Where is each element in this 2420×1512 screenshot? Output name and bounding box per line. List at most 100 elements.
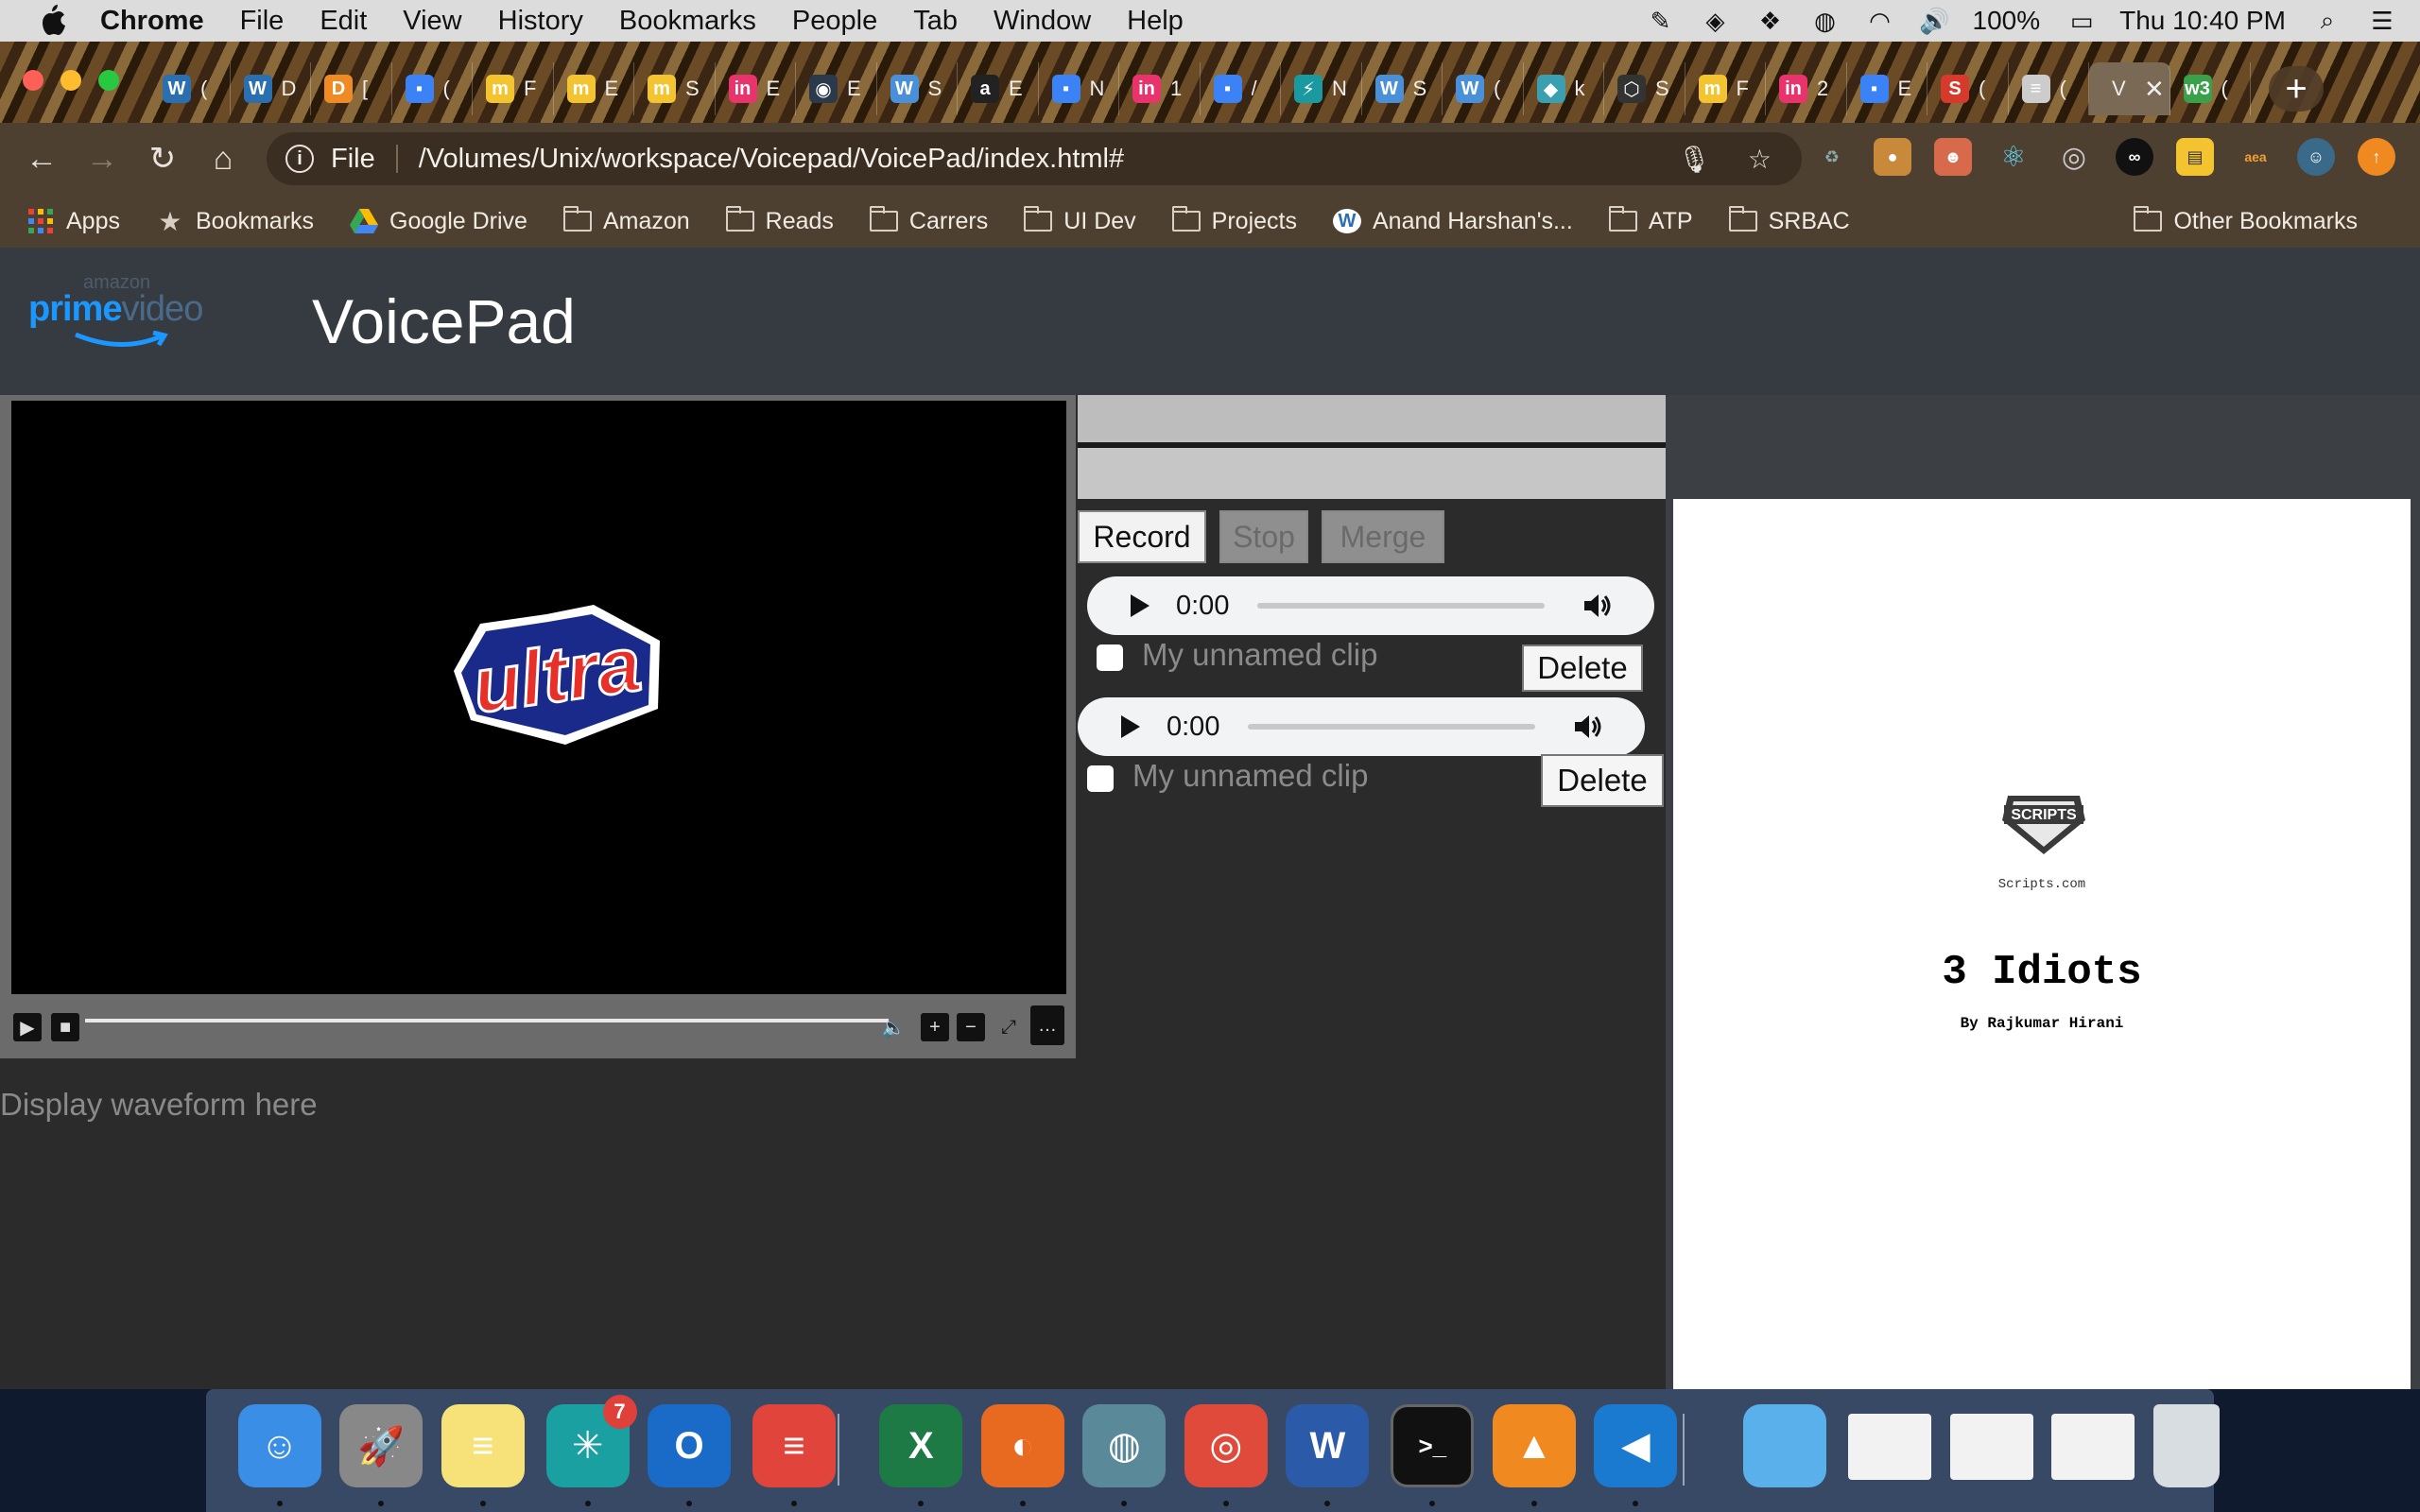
back-icon[interactable]: ← — [23, 140, 60, 178]
clip-name[interactable]: My unnamed clip — [1132, 758, 1368, 794]
dock-excel-icon[interactable]: X — [879, 1404, 963, 1487]
menu-edit[interactable]: Edit — [320, 6, 367, 37]
browser-tab[interactable]: w3 ( — [2170, 62, 2251, 115]
new-tab-button[interactable]: + — [2269, 66, 2324, 112]
browser-tab[interactable]: mE — [554, 62, 634, 115]
dock-notes-icon[interactable]: ≡ — [441, 1404, 525, 1487]
browser-tab[interactable]: mS — [634, 62, 716, 115]
volume-icon[interactable] — [1581, 590, 1613, 622]
bookmark-atp[interactable]: ATP — [1608, 206, 1693, 235]
close-window-button[interactable] — [23, 70, 43, 91]
zoom-out-icon[interactable]: − — [957, 1013, 985, 1041]
bookmark-other[interactable]: Other Bookmarks — [2134, 206, 2358, 235]
video-screen[interactable]: ultra — [11, 401, 1066, 994]
browser-tab[interactable]: WS — [877, 62, 958, 115]
record-button[interactable]: Record — [1078, 510, 1206, 563]
notification-center-icon[interactable]: ☰ — [2365, 7, 2399, 35]
menu-file[interactable]: File — [240, 6, 285, 37]
dock-downloads-folder-icon[interactable] — [1743, 1404, 1827, 1487]
browser-tab[interactable]: ▪( — [392, 62, 473, 115]
bookmark-carrers[interactable]: Carrers — [869, 206, 988, 235]
browser-tab[interactable]: V ✕ — [2089, 62, 2170, 115]
extension-incognito-icon[interactable]: ∞ — [2116, 138, 2153, 176]
browser-tab[interactable]: W( — [149, 62, 231, 115]
bookmark-apps[interactable]: Apps — [26, 208, 120, 235]
browser-tab[interactable]: WS — [1362, 62, 1443, 115]
browser-tab[interactable]: in 1 — [1119, 62, 1201, 115]
clock[interactable]: Thu 10:40 PM — [2119, 6, 2286, 36]
menu-window[interactable]: Window — [994, 6, 1091, 37]
merge-button[interactable]: Merge — [1322, 510, 1444, 563]
browser-tab[interactable]: ▪ E — [1847, 62, 1927, 115]
extension-target-icon[interactable]: ◎ — [2055, 138, 2093, 176]
extension-amazon-icon[interactable]: aea — [2237, 138, 2274, 176]
browser-tab[interactable]: ▪ / — [1201, 62, 1281, 115]
menu-people[interactable]: People — [792, 6, 877, 37]
bookmark-reads[interactable]: Reads — [725, 206, 834, 235]
script-page[interactable]: SCRIPTS Scripts.com 3 Idiots By Rajkumar… — [1673, 499, 2411, 1389]
forward-icon[interactable]: → — [83, 140, 121, 178]
stop-icon[interactable]: ■ — [51, 1013, 79, 1041]
play-icon[interactable]: ▶ — [13, 1013, 42, 1041]
audio-seekbar[interactable] — [1248, 724, 1536, 730]
zoom-window-button[interactable] — [98, 70, 119, 91]
browser-tab[interactable]: in 2 — [1766, 62, 1847, 115]
extension-react-icon[interactable]: ⚛ — [1995, 138, 2032, 176]
dock-vlc-icon[interactable]: ▲ — [1492, 1404, 1576, 1487]
browser-tab[interactable]: ⚡ N — [1281, 62, 1362, 115]
battery-icon[interactable]: ▭ — [2065, 7, 2099, 35]
extension-ruler-icon[interactable]: ▤ — [2176, 138, 2214, 176]
dock-chrome-icon[interactable]: ◎ — [1184, 1404, 1268, 1487]
extension-cookie-icon[interactable]: ● — [1874, 138, 1911, 176]
reload-icon[interactable]: ↻ — [144, 140, 182, 178]
zoom-in-icon[interactable]: + — [921, 1013, 949, 1041]
prime-video-logo[interactable]: amazon primevideo — [28, 272, 227, 367]
clip-checkbox[interactable] — [1097, 644, 1123, 671]
dropbox-icon[interactable]: ❖ — [1754, 7, 1788, 35]
dock-window-word-icon[interactable] — [1848, 1414, 1932, 1480]
menu-help[interactable]: Help — [1127, 6, 1184, 37]
dock-launchpad-icon[interactable]: 🚀 — [339, 1404, 424, 1487]
dock-app-7-icon[interactable]: ✳ 7 — [545, 1395, 637, 1487]
delete-clip-button[interactable]: Delete — [1522, 644, 1643, 692]
browser-tab[interactable]: ▪ N — [1039, 62, 1119, 115]
vpn-icon[interactable]: ◍ — [1808, 7, 1842, 35]
clip-checkbox[interactable] — [1087, 765, 1114, 792]
bookmark-anand-harshan[interactable]: W Anand Harshan's... — [1332, 208, 1573, 235]
dock-firefox-icon[interactable]: ◐ — [980, 1404, 1064, 1487]
battery-percent[interactable]: 100% — [1973, 6, 2041, 36]
bookmark-srbac[interactable]: SRBAC — [1728, 206, 1850, 235]
home-icon[interactable]: ⌂ — [204, 140, 242, 178]
dock-finder-icon[interactable]: ☺ — [237, 1404, 321, 1487]
bookmark-ui-dev[interactable]: UI Dev — [1024, 206, 1136, 235]
browser-tab[interactable]: WD — [231, 62, 311, 115]
bookmark-google-drive[interactable]: Google Drive — [350, 208, 527, 235]
browser-tab[interactable]: ⬡ S — [1604, 62, 1685, 115]
apple-menu-icon[interactable] — [38, 5, 66, 37]
play-icon[interactable] — [1121, 715, 1140, 738]
dock-todoist-icon[interactable]: ≡ — [752, 1404, 836, 1487]
site-info-icon[interactable]: i — [285, 145, 314, 173]
dock-terminal-icon[interactable]: >_ — [1391, 1404, 1475, 1487]
bookmark-projects[interactable]: Projects — [1171, 206, 1297, 235]
browser-tab[interactable]: mF — [1685, 62, 1766, 115]
bookmark-amazon[interactable]: Amazon — [562, 206, 690, 235]
more-options-icon[interactable]: … — [1030, 1005, 1064, 1045]
close-tab-icon[interactable]: ✕ — [2144, 75, 2165, 104]
bookmark-bookmarks[interactable]: ★ Bookmarks — [156, 207, 314, 236]
play-icon[interactable] — [1131, 594, 1150, 617]
delete-clip-button[interactable]: Delete — [1541, 754, 1664, 807]
pen-icon[interactable]: ✎ — [1644, 7, 1678, 35]
dock-network-icon[interactable]: ◍ — [1082, 1404, 1167, 1487]
clip-name[interactable]: My unnamed clip — [1142, 637, 1377, 673]
extension-head-icon[interactable]: ☻ — [1934, 138, 1972, 176]
spotlight-search-icon[interactable]: ⌕ — [2310, 6, 2344, 35]
address-bar[interactable]: i File /Volumes/Unix/workspace/Voicepad/… — [267, 132, 1802, 185]
volume-icon[interactable]: 🔈 — [879, 1013, 908, 1041]
browser-tab[interactable]: ◉ E — [796, 62, 877, 115]
browser-tab[interactable]: ≡( — [2009, 62, 2089, 115]
update-icon[interactable]: ↑ — [2358, 138, 2395, 176]
volume-icon[interactable]: 🔊 — [1918, 7, 1952, 35]
browser-tab[interactable]: in E — [716, 62, 796, 115]
browser-tab[interactable]: W( — [1443, 62, 1524, 115]
